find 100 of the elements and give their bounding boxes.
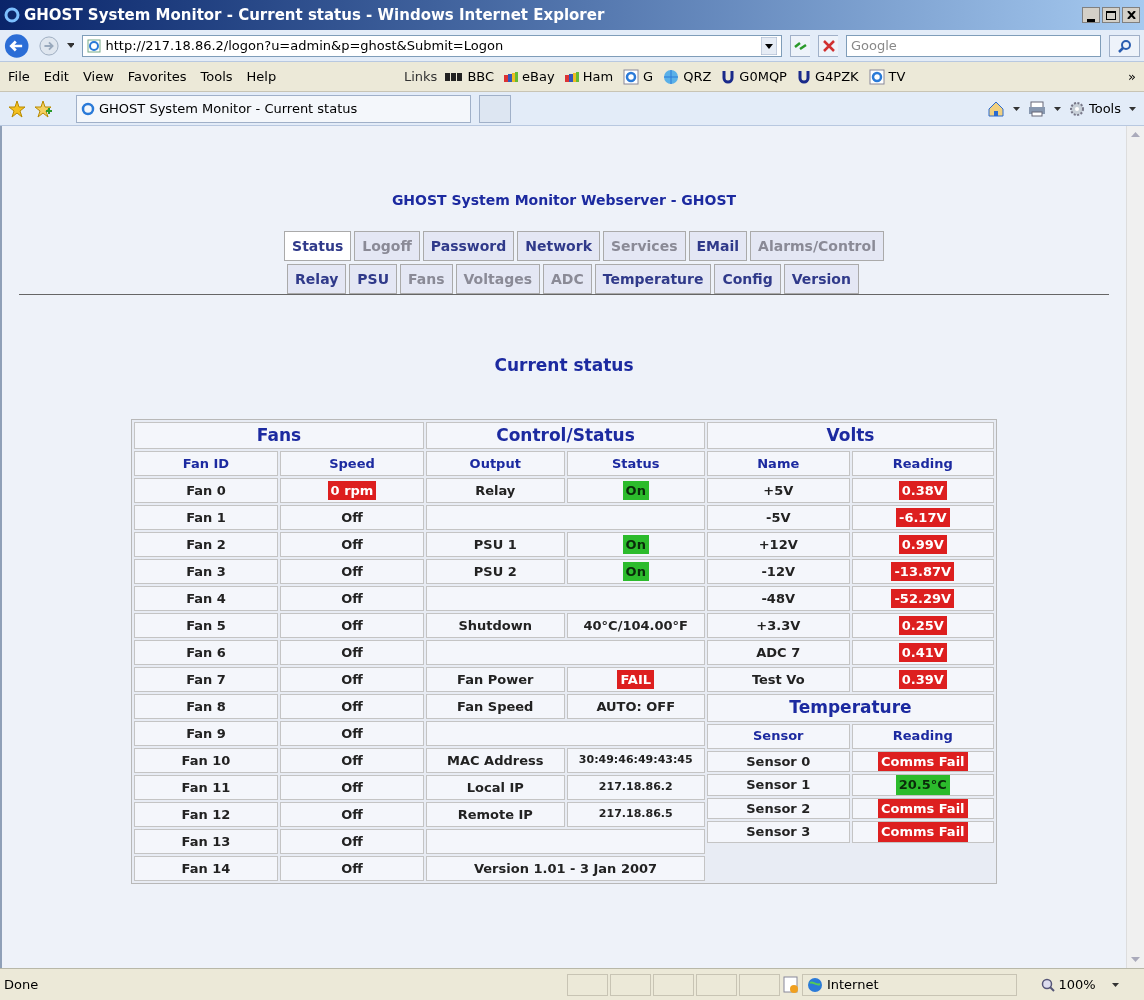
status-text: Done <box>3 975 40 994</box>
tab[interactable]: Status <box>284 231 352 261</box>
maximize-button[interactable] <box>1102 7 1120 23</box>
cell-label: Sensor 0 <box>746 752 811 771</box>
star-icon[interactable] <box>8 99 26 118</box>
status-pane <box>696 973 738 996</box>
tab[interactable]: Temperature <box>594 264 712 294</box>
cell-label: Shutdown <box>458 616 533 635</box>
dropdown-icon[interactable] <box>761 36 778 55</box>
column-header: Status <box>611 454 660 473</box>
cell-value: Off <box>341 724 363 743</box>
cell-label: Fan 10 <box>181 751 231 770</box>
cell-label: Fan 8 <box>186 697 226 716</box>
tab[interactable]: Version <box>783 264 859 294</box>
stop-button[interactable] <box>818 34 838 57</box>
maximize-icon <box>1106 10 1116 20</box>
link[interactable]: Ham <box>564 66 614 87</box>
dropdown-icon[interactable] <box>1053 106 1061 111</box>
cell-value: 217.18.86.2 <box>598 779 673 796</box>
window-title: GHOST System Monitor - Current status - Windows Internet Explorer <box>24 4 606 26</box>
cell-label: Remote IP <box>457 805 533 824</box>
page-heading: GHOST System Monitor Webserver - GHOST <box>391 191 737 210</box>
status-pane <box>567 973 609 996</box>
cell-value: Off <box>341 589 363 608</box>
cell-label: Fan 9 <box>186 724 226 743</box>
cell-label: Sensor 1 <box>746 776 811 794</box>
column-header: Speed <box>329 454 375 473</box>
links-label: Links <box>404 67 438 86</box>
zoom-button[interactable]: 100% <box>1032 973 1140 996</box>
table-title: Control/Status <box>426 421 705 449</box>
cell-value: Off <box>341 508 363 527</box>
cell-label: Fan 12 <box>181 805 231 824</box>
status-badge: -13.87V <box>891 561 955 582</box>
refresh-button[interactable] <box>790 34 811 57</box>
browser-tab[interactable]: GHOST System Monitor - Current status <box>76 94 471 123</box>
link[interactable]: eBay <box>504 66 555 87</box>
zoom-icon <box>1040 977 1055 992</box>
cell-label: Fan Power <box>457 670 534 689</box>
cell-label: Test Vo <box>751 670 805 689</box>
menu-item[interactable]: Edit <box>43 66 69 87</box>
cell-label: Fan 1 <box>186 508 226 527</box>
menu-item[interactable]: Tools <box>200 66 233 87</box>
link[interactable]: G <box>623 66 654 87</box>
cell-value: Off <box>341 562 363 581</box>
tools-button[interactable]: Tools <box>1068 98 1121 119</box>
home-icon[interactable] <box>986 99 1005 118</box>
dropdown-icon[interactable] <box>1012 106 1020 111</box>
link[interactable]: BBC <box>445 66 495 87</box>
minimize-button[interactable] <box>1082 7 1100 23</box>
search-field[interactable]: Google <box>846 34 1101 57</box>
more-button[interactable]: » <box>1128 66 1140 87</box>
menu-item[interactable]: File <box>8 66 30 87</box>
cell-label: Relay <box>475 481 516 500</box>
cell-label: MAC Address <box>447 751 544 770</box>
close-button[interactable] <box>1122 7 1140 23</box>
tab[interactable]: Password <box>422 231 515 261</box>
dropdown-icon[interactable] <box>1129 106 1136 111</box>
address-field[interactable]: http://217.18.86.2/logon?u=admin&p=ghost&Submit=Logon <box>82 34 783 57</box>
tab[interactable]: Network <box>517 231 600 261</box>
cell-label: Fan 14 <box>181 859 231 878</box>
tab[interactable]: Relay <box>287 264 347 294</box>
cell-label: Sensor 2 <box>746 799 811 818</box>
link[interactable]: G4PZK <box>796 66 859 87</box>
column-header: Output <box>469 454 521 473</box>
cell-value: 40°C/104.00°F <box>583 616 688 635</box>
link[interactable]: G0MQP <box>721 66 787 87</box>
column-header: Name <box>757 454 800 473</box>
status-pane <box>610 973 652 996</box>
search-button[interactable] <box>1109 34 1140 57</box>
cell-value: 30:49:46:49:43:45 <box>578 752 693 769</box>
link[interactable]: QRZ <box>663 66 712 87</box>
status-badge: Comms Fail <box>877 751 968 771</box>
link[interactable]: TV <box>868 66 906 87</box>
menu-item[interactable]: Help <box>246 66 277 87</box>
cell-value: 217.18.86.5 <box>598 806 673 823</box>
cell-label: PSU 2 <box>473 562 517 581</box>
cell-value: Off <box>341 805 363 824</box>
status-badge: 0.99V <box>898 534 947 555</box>
cell-label: +12V <box>758 535 798 554</box>
dropdown-icon[interactable] <box>67 43 75 48</box>
cell-label: +5V <box>763 481 794 500</box>
letters-icon <box>564 71 579 82</box>
cell-value: Off <box>341 751 363 770</box>
horseshoe-icon <box>796 69 811 84</box>
menu-item[interactable]: Favorites <box>127 66 187 87</box>
tab[interactable]: PSU <box>349 264 398 294</box>
cell-label: Fan 4 <box>186 589 226 608</box>
add-favorite-icon[interactable] <box>34 99 52 118</box>
cell-value: Off <box>341 616 363 635</box>
tab[interactable]: Config <box>714 264 781 294</box>
printer-icon[interactable] <box>1027 99 1046 118</box>
status-badge: 20.5°C <box>895 775 950 795</box>
security-icon <box>782 975 800 994</box>
column-header: Reading <box>892 454 953 473</box>
cell-label: Fan Speed <box>457 697 534 716</box>
menu-item[interactable]: View <box>82 66 114 87</box>
cell-label: Fan 13 <box>181 832 231 851</box>
tab[interactable]: EMail <box>688 231 748 261</box>
globe-icon <box>806 976 823 993</box>
cell-value: Off <box>341 859 363 878</box>
